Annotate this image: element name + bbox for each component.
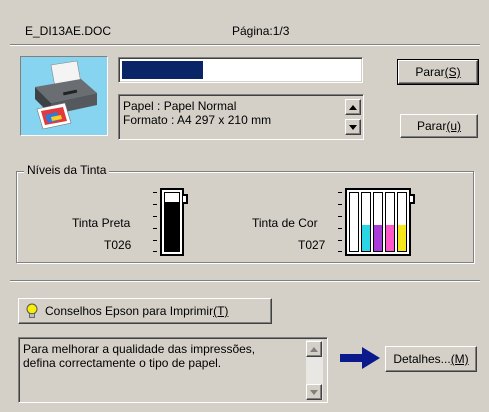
pause-button-label: Parar [416, 119, 447, 133]
epson-tips-button[interactable]: Conselhos Epson para Imprimir (T) [18, 298, 272, 324]
right-arrow-icon [340, 347, 380, 369]
print-progress-bar [118, 57, 363, 83]
scroll-down-arrow-icon [310, 389, 318, 395]
color-ink-cell [349, 192, 359, 252]
details-button-shortcut: (M) [450, 352, 469, 366]
stop-button-shortcut: (S) [444, 65, 461, 79]
color-ink-cell-level [362, 224, 370, 251]
black-ink-code: T026 [104, 238, 132, 252]
scroll-down-arrow-icon [349, 124, 357, 130]
pause-button-shortcut: (u) [446, 119, 461, 133]
paper-info-box: Papel : Papel Normal Formato : A4 297 x … [118, 94, 364, 140]
header-divider [10, 44, 480, 46]
ink-levels-title: Níveis da Tinta [24, 163, 110, 177]
epson-tips-shortcut: (T) [213, 304, 229, 318]
black-ink-level [165, 201, 179, 251]
page-counter: Página:1/3 [232, 24, 290, 38]
document-filename: E_DI13AE.DOC [25, 24, 112, 38]
black-ink-scale [153, 192, 159, 252]
print-progress-fill [122, 61, 203, 79]
color-ink-cell-level [374, 224, 382, 251]
epson-tips-label: Conselhos Epson para Imprimir [45, 304, 214, 318]
scroll-up-arrow-icon [310, 346, 318, 352]
tips-text-box: Para melhorar a qualidade das impressões… [18, 337, 328, 403]
info-scroll-down-button[interactable] [345, 119, 361, 135]
details-button-label: Detalhes... [393, 352, 451, 366]
info-scroll-up-button[interactable] [345, 99, 361, 115]
paper-size-text: Formato : A4 297 x 210 mm [123, 113, 272, 127]
details-button[interactable]: Detalhes... (M) [385, 346, 477, 372]
tips-scroll-down-button[interactable] [306, 384, 322, 400]
color-ink-cells [349, 192, 407, 252]
color-ink-cell [361, 192, 371, 252]
color-ink-cell [385, 192, 395, 252]
color-ink-name: Tinta de Cor [252, 216, 318, 230]
printer-icon [20, 56, 108, 136]
color-ink-cartridge [345, 188, 415, 256]
stop-button[interactable]: Parar (S) [397, 59, 479, 85]
tips-line-2: defina correctamente o tipo de papel. [23, 356, 222, 370]
color-ink-cell-level [398, 224, 406, 251]
stop-button-label: Parar [415, 65, 445, 79]
black-ink-name: Tinta Preta [72, 216, 131, 230]
black-ink-cartridge [160, 188, 188, 256]
section-divider [10, 280, 480, 282]
color-ink-scale [338, 192, 344, 252]
scroll-up-arrow-icon [349, 104, 357, 110]
tips-line-1: Para melhorar a qualidade das impressões… [23, 342, 256, 356]
color-ink-code: T027 [298, 238, 326, 252]
paper-type-text: Papel : Papel Normal [123, 99, 237, 113]
tips-scroll-up-button[interactable] [306, 341, 322, 357]
pause-button[interactable]: Parar (u) [400, 114, 478, 138]
light-bulb-icon [26, 303, 38, 318]
color-ink-cell [373, 192, 383, 252]
color-ink-cell-level [386, 224, 394, 251]
color-ink-cell [397, 192, 407, 252]
